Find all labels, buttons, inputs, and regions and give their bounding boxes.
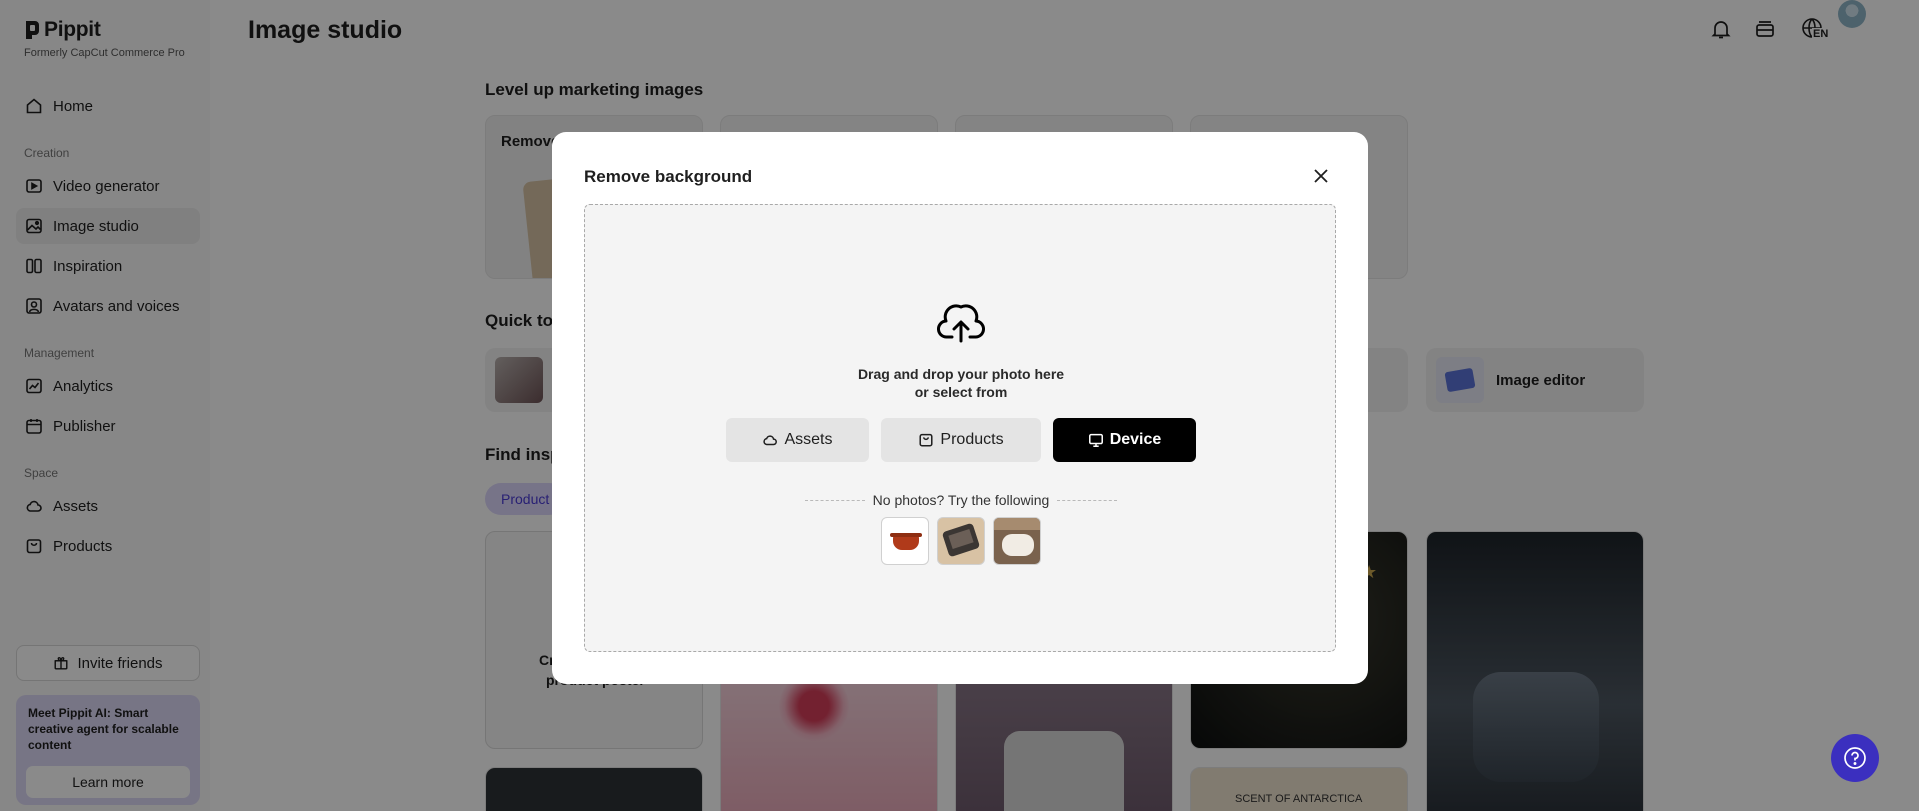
assets-button-label: Assets	[784, 431, 833, 448]
assets-button[interactable]: Assets	[726, 418, 869, 462]
device-button-label: Device	[1109, 431, 1162, 448]
drop-zone[interactable]: Drag and drop your photo here or select …	[584, 204, 1336, 652]
sample-stool[interactable]	[993, 517, 1041, 565]
cloud-icon	[763, 435, 778, 446]
sample-pot[interactable]	[881, 517, 929, 565]
help-button[interactable]	[1831, 734, 1879, 782]
modal-title: Remove background	[584, 167, 753, 186]
drop-instruction: Drag and drop your photo here	[857, 366, 1065, 382]
help-icon	[1844, 747, 1866, 769]
device-button[interactable]: Device	[1053, 418, 1196, 462]
remove-background-modal: Remove background Drag and drop your pho…	[552, 132, 1368, 684]
close-icon	[1314, 169, 1328, 183]
try-samples-row: No photos? Try the following	[805, 492, 1117, 508]
bag-icon	[919, 433, 933, 447]
try-samples-text: No photos? Try the following	[872, 492, 1050, 508]
products-button[interactable]: Products	[881, 418, 1041, 462]
drop-instruction-sub: or select from	[914, 384, 1008, 400]
products-button-label: Products	[940, 431, 1004, 448]
close-button[interactable]	[1310, 165, 1332, 187]
sample-palette[interactable]	[937, 517, 985, 565]
cloud-upload-icon	[937, 304, 985, 343]
monitor-icon	[1088, 433, 1103, 447]
